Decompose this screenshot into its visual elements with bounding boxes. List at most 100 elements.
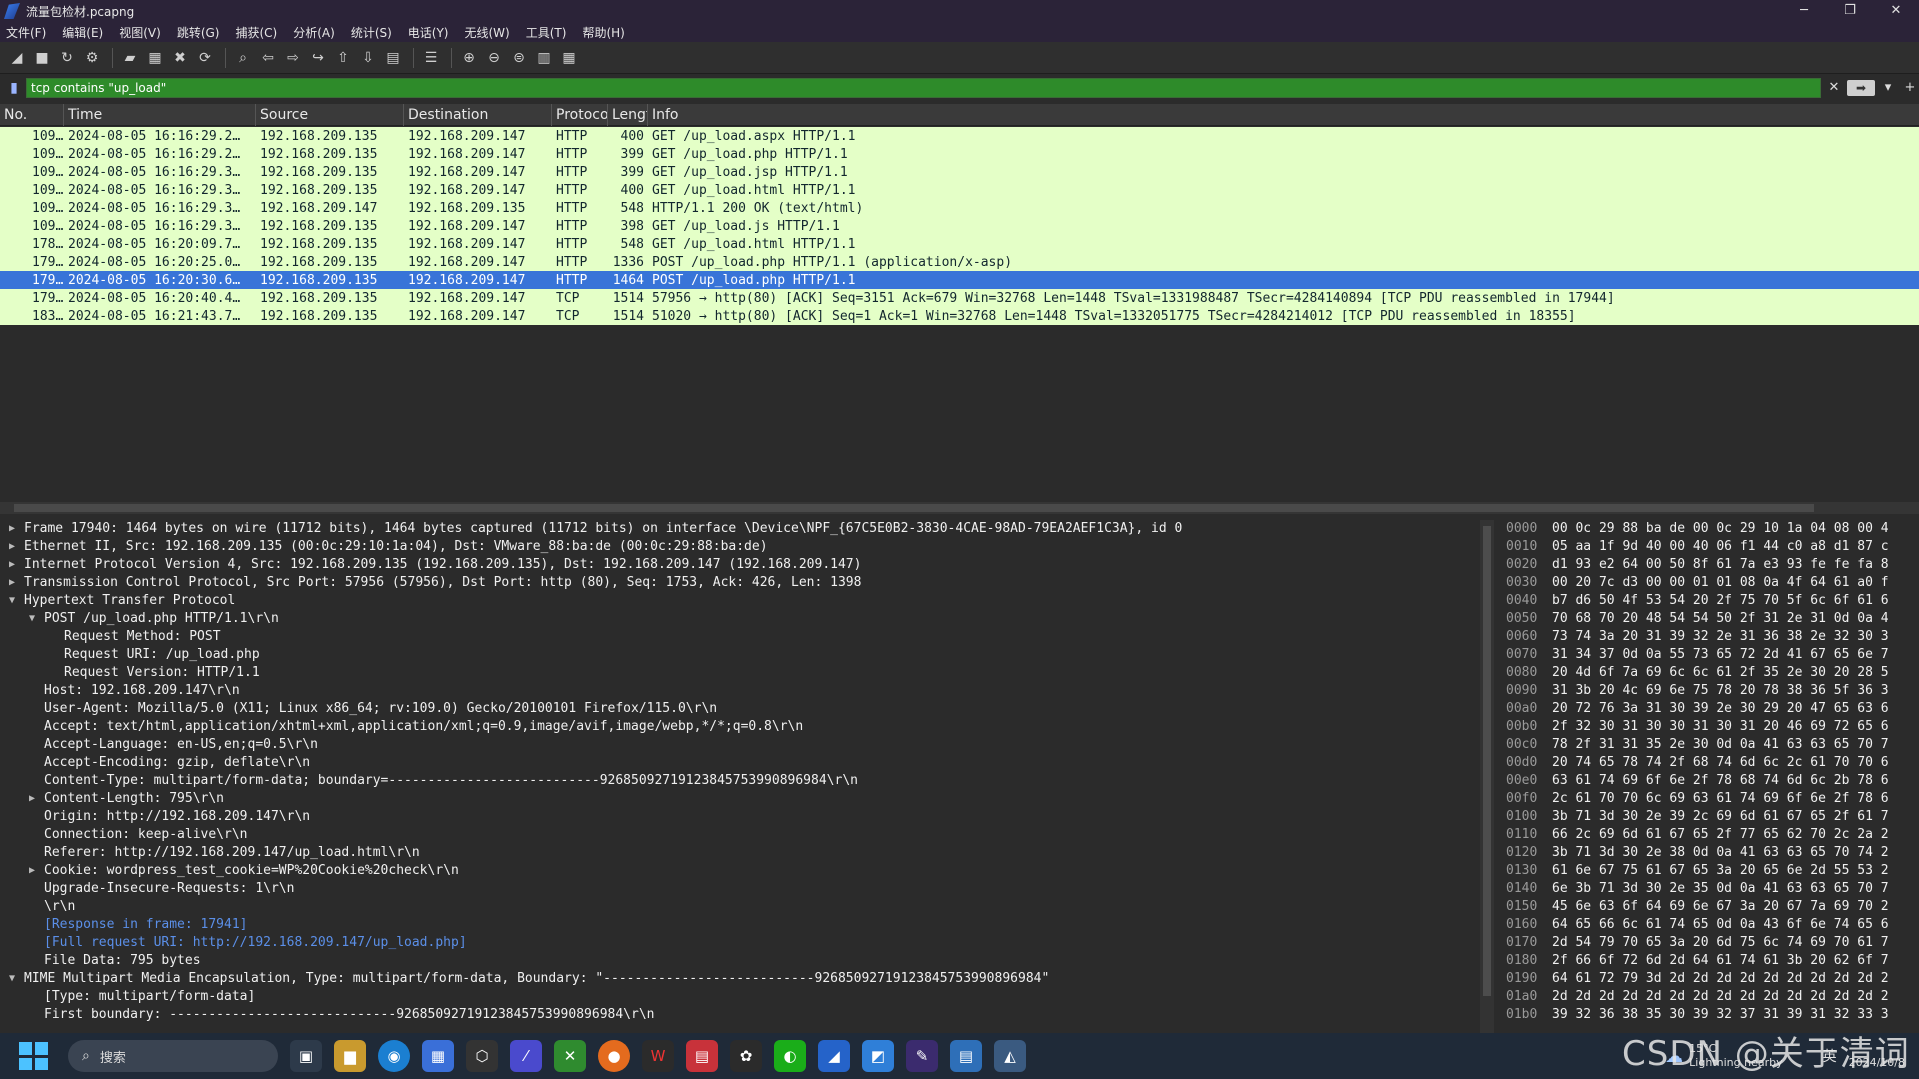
menu-item[interactable]: 捕获(C) bbox=[235, 24, 277, 41]
details-row[interactable]: Accept-Language: en-US,en;q=0.5\r\n bbox=[0, 736, 1480, 754]
open-icon[interactable]: ▰ bbox=[119, 47, 141, 69]
bytes-row[interactable]: 00f0 2c 61 70 70 6c 69 63 61 74 69 6f 6e … bbox=[1500, 790, 1919, 808]
packet-row[interactable]: 109… 2024-08-05 16:16:29.3… 192.168.209.13… bbox=[0, 163, 1919, 181]
menu-item[interactable]: 无线(W) bbox=[465, 24, 510, 41]
bytes-row[interactable]: 01a0 2d 2d 2d 2d 2d 2d 2d 2d 2d 2d 2d 2d … bbox=[1500, 988, 1919, 1006]
packet-details-tree[interactable]: ▶ Frame 17940: 1464 bytes on wire (11712 … bbox=[0, 520, 1480, 1033]
bytes-row[interactable]: 0090 31 3b 20 4c 69 6e 75 78 20 78 38 36 … bbox=[1500, 682, 1919, 700]
packet-row[interactable]: 109… 2024-08-05 16:16:29.2… 192.168.209.13… bbox=[0, 145, 1919, 163]
restart-icon[interactable]: ↻ bbox=[56, 47, 78, 69]
menu-item[interactable]: 文件(F) bbox=[6, 24, 46, 41]
find-icon[interactable]: ⌕ bbox=[232, 47, 254, 69]
zoom-in-icon[interactable]: ⊕ bbox=[458, 47, 480, 69]
details-row[interactable]: Origin: http://192.168.209.147\r\n bbox=[0, 808, 1480, 826]
stop-icon[interactable]: ■ bbox=[31, 47, 53, 69]
bytes-row[interactable]: 0170 2d 54 79 70 65 3a 20 6d 75 6c 74 69 … bbox=[1500, 934, 1919, 952]
caret-down-icon[interactable]: ▼ bbox=[6, 970, 18, 988]
store-icon[interactable]: ▦ bbox=[422, 1040, 454, 1072]
bytes-row[interactable]: 0120 3b 71 3d 30 2e 38 0d 0a 41 63 63 65 … bbox=[1500, 844, 1919, 862]
autoscroll-icon[interactable]: ▤ bbox=[382, 47, 404, 69]
details-row[interactable]: Request Version: HTTP/1.1 bbox=[0, 664, 1480, 682]
app-purple-icon[interactable]: ✎ bbox=[906, 1040, 938, 1072]
wps-icon[interactable]: W bbox=[642, 1040, 674, 1072]
app-red-icon[interactable]: ▤ bbox=[686, 1040, 718, 1072]
column-length[interactable]: Length bbox=[608, 103, 648, 126]
details-row[interactable]: First boundary: ------------------------… bbox=[0, 1006, 1480, 1024]
bytes-row[interactable]: 0040 b7 d6 50 4f 53 54 20 2f 75 70 5f 6c … bbox=[1500, 592, 1919, 610]
menu-item[interactable]: 跳转(G) bbox=[177, 24, 220, 41]
details-row[interactable]: ▼ POST /up_load.php HTTP/1.1\r\n bbox=[0, 610, 1480, 628]
details-row[interactable]: Referer: http://192.168.209.147/up_load.… bbox=[0, 844, 1480, 862]
packet-list-horizontal-scrollbar[interactable] bbox=[0, 502, 1919, 514]
close-button[interactable]: ✕ bbox=[1873, 0, 1919, 22]
details-row[interactable]: Host: 192.168.209.147\r\n bbox=[0, 682, 1480, 700]
goto-icon[interactable]: ↪ bbox=[307, 47, 329, 69]
bytes-row[interactable]: 0070 31 34 37 0d 0a 55 73 65 72 2d 41 67 … bbox=[1500, 646, 1919, 664]
zoom-reset-icon[interactable]: ⊜ bbox=[508, 47, 530, 69]
colorize-icon[interactable]: ☰ bbox=[420, 47, 442, 69]
details-row[interactable]: Upgrade-Insecure-Requests: 1\r\n bbox=[0, 880, 1480, 898]
bytes-row[interactable]: 0110 66 2c 69 6d 61 67 65 2f 77 65 62 70 … bbox=[1500, 826, 1919, 844]
packet-list[interactable]: 109… 2024-08-05 16:16:29.2… 192.168.209.13… bbox=[0, 127, 1919, 502]
clear-filter-button[interactable]: ✕ bbox=[1825, 79, 1843, 97]
column-info[interactable]: Info bbox=[648, 104, 1919, 126]
bytes-row[interactable]: 0010 05 aa 1f 9d 40 00 40 06 f1 44 c0 a8 … bbox=[1500, 538, 1919, 556]
maximize-button[interactable]: ❐ bbox=[1827, 0, 1873, 22]
menu-item[interactable]: 帮助(H) bbox=[582, 24, 624, 41]
bytes-row[interactable]: 0000 00 0c 29 88 ba de 00 0c 29 10 1a 04 … bbox=[1500, 520, 1919, 538]
column-source[interactable]: Source bbox=[256, 103, 404, 126]
bytes-row[interactable]: 0100 3b 71 3d 30 2e 39 2c 69 6d 61 67 65 … bbox=[1500, 808, 1919, 826]
forward-icon[interactable]: ⇨ bbox=[282, 47, 304, 69]
first-icon[interactable]: ⇧ bbox=[332, 47, 354, 69]
wechat-icon[interactable]: ◐ bbox=[774, 1040, 806, 1072]
bytes-row[interactable]: 0060 73 74 3a 20 31 39 32 2e 31 36 38 2e … bbox=[1500, 628, 1919, 646]
details-row[interactable]: Content-Type: multipart/form-data; bound… bbox=[0, 772, 1480, 790]
details-row[interactable]: File Data: 795 bytes bbox=[0, 952, 1480, 970]
bytes-row[interactable]: 00d0 20 74 65 78 74 2f 68 74 6d 6c 2c 61 … bbox=[1500, 754, 1919, 772]
packet-row[interactable]: 178… 2024-08-05 16:20:09.7… 192.168.209.13… bbox=[0, 235, 1919, 253]
bytes-row[interactable]: 00a0 20 72 76 3a 31 30 39 2e 30 29 20 47 … bbox=[1500, 700, 1919, 718]
bytes-row[interactable]: 0140 6e 3b 71 3d 30 2e 35 0d 0a 41 63 63 … bbox=[1500, 880, 1919, 898]
menu-item[interactable]: 视图(V) bbox=[119, 24, 161, 41]
menu-item[interactable]: 统计(S) bbox=[351, 24, 392, 41]
details-row[interactable]: ▶ Internet Protocol Version 4, Src: 192.1… bbox=[0, 556, 1480, 574]
menu-item[interactable]: 编辑(E) bbox=[62, 24, 103, 41]
details-row[interactable]: ▶ Content-Length: 795\r\n bbox=[0, 790, 1480, 808]
resize-columns-icon[interactable]: ▥ bbox=[533, 47, 555, 69]
packet-row[interactable]: 109… 2024-08-05 16:16:29.3… 192.168.209.14… bbox=[0, 199, 1919, 217]
back-icon[interactable]: ⇦ bbox=[257, 47, 279, 69]
app-hex-icon[interactable]: ⬡ bbox=[466, 1040, 498, 1072]
details-vertical-scrollbar[interactable] bbox=[1480, 520, 1494, 1033]
menu-item[interactable]: 电话(Y) bbox=[408, 24, 449, 41]
filter-history-dropdown[interactable]: ▾ bbox=[1879, 79, 1897, 97]
details-row[interactable]: Accept-Encoding: gzip, deflate\r\n bbox=[0, 754, 1480, 772]
reload-icon[interactable]: ⟳ bbox=[194, 47, 216, 69]
caret-down-icon[interactable]: ▼ bbox=[26, 610, 38, 628]
bytes-row[interactable]: 00c0 78 2f 31 31 35 2e 30 0d 0a 41 63 63 … bbox=[1500, 736, 1919, 754]
firefox-icon[interactable]: ● bbox=[598, 1040, 630, 1072]
options-icon[interactable]: ⚙ bbox=[81, 47, 103, 69]
details-link[interactable]: [Full request URI: http://192.168.209.14… bbox=[0, 934, 1480, 952]
details-row[interactable]: Connection: keep-alive\r\n bbox=[0, 826, 1480, 844]
details-row[interactable]: ▶ Cookie: wordpress_test_cookie=WP%20Cook… bbox=[0, 862, 1480, 880]
bytes-row[interactable]: 0020 d1 93 e2 64 00 50 8f 61 7a e3 93 fe … bbox=[1500, 556, 1919, 574]
layout-icon[interactable]: ▦ bbox=[558, 47, 580, 69]
details-row[interactable]: User-Agent: Mozilla/5.0 (X11; Linux x86_… bbox=[0, 700, 1480, 718]
caret-right-icon[interactable]: ▶ bbox=[6, 520, 18, 538]
taskbar-search-box[interactable]: ⌕ 搜索 bbox=[68, 1040, 278, 1072]
details-row[interactable]: Accept: text/html,application/xhtml+xml,… bbox=[0, 718, 1480, 736]
details-row[interactable]: ▶ Transmission Control Protocol, Src Port… bbox=[0, 574, 1480, 592]
details-row[interactable]: Request URI: /up_load.php bbox=[0, 646, 1480, 664]
packet-bytes-pane[interactable]: 0000 00 0c 29 88 ba de 00 0c 29 10 1a 04 … bbox=[1500, 520, 1919, 1033]
bytes-row[interactable]: 0190 64 61 72 79 3d 2d 2d 2d 2d 2d 2d 2d … bbox=[1500, 970, 1919, 988]
bytes-row[interactable]: 0160 64 65 66 6c 61 74 65 0d 0a 43 6f 6e … bbox=[1500, 916, 1919, 934]
zoom-out-icon[interactable]: ⊖ bbox=[483, 47, 505, 69]
edge-icon[interactable]: ◉ bbox=[378, 1040, 410, 1072]
caret-right-icon[interactable]: ▶ bbox=[26, 862, 38, 880]
app-blue-icon[interactable]: ◩ bbox=[862, 1040, 894, 1072]
details-row[interactable]: ▼ Hypertext Transfer Protocol bbox=[0, 592, 1480, 610]
details-link[interactable]: [Response in frame: 17941] bbox=[0, 916, 1480, 934]
packet-row[interactable]: 109… 2024-08-05 16:16:29.2… 192.168.209.13… bbox=[0, 127, 1919, 145]
display-filter-input[interactable]: tcp contains "up_load" bbox=[26, 78, 1821, 98]
bytes-row[interactable]: 0150 45 6e 63 6f 64 69 6e 67 3a 20 67 7a … bbox=[1500, 898, 1919, 916]
